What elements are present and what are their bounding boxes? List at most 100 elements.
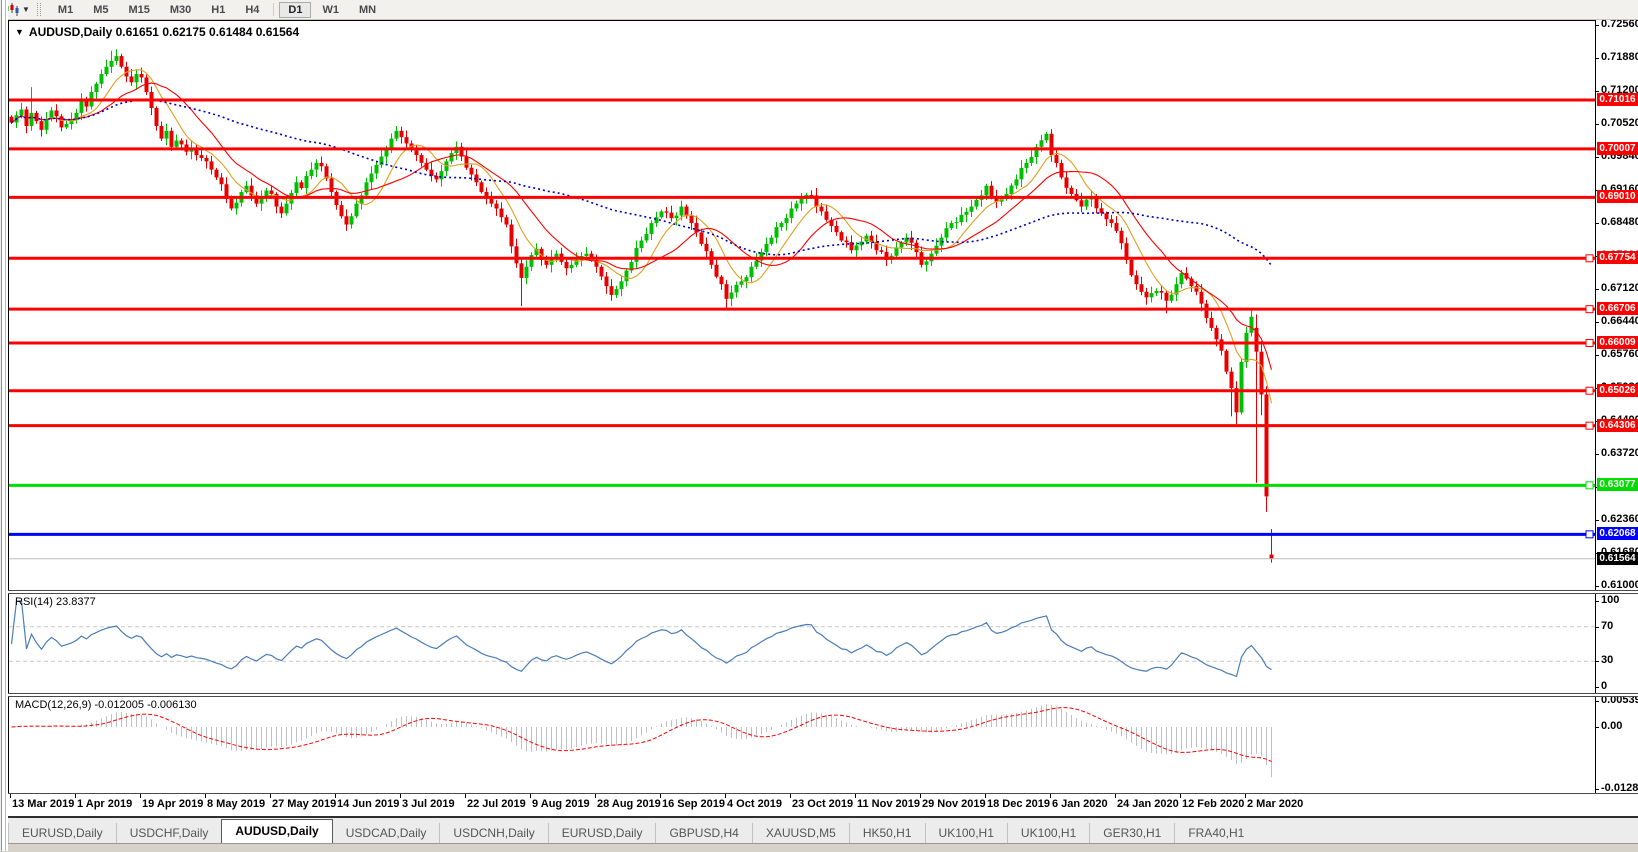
chevron-down-icon[interactable]: ▼	[22, 5, 30, 14]
price-tick-mark	[1595, 322, 1599, 323]
chart-tab-usdcnh-daily[interactable]: USDCNH,Daily	[439, 823, 547, 843]
price-level-tag[interactable]: 0.67754	[1597, 251, 1638, 264]
price-level-tag[interactable]: 0.66009	[1597, 336, 1638, 349]
chart-tab-usdchf-daily[interactable]: USDCHF,Daily	[116, 823, 222, 843]
date-tick-mark	[270, 794, 271, 798]
date-tick-mark	[75, 794, 76, 798]
chart-title: ▼AUDUSD,Daily 0.61651 0.62175 0.61484 0.…	[15, 25, 299, 39]
date-tick-label: 6 Jan 2020	[1052, 798, 1108, 810]
mt4-chart-window: ▼ M1M5M15M30H1H4 D1W1MN ▼AUDUSD,Daily 0.6…	[0, 0, 1638, 851]
main-price-pane[interactable]: ▼AUDUSD,Daily 0.61651 0.62175 0.61484 0.…	[8, 20, 1596, 590]
chart-tab-hk50-h1[interactable]: HK50,H1	[849, 823, 925, 843]
window-left-edge	[0, 0, 8, 851]
timeframe-button-h1[interactable]: H1	[202, 2, 234, 18]
pane-separator[interactable]	[2, 590, 1638, 594]
date-tick-mark	[1180, 794, 1181, 798]
date-tick-label: 18 Dec 2019	[987, 798, 1050, 810]
current-price-tag: 0.61564	[1597, 552, 1638, 565]
macd-label: MACD(12,26,9) -0.012005 -0.006130	[15, 699, 197, 711]
macd-pane[interactable]: MACD(12,26,9) -0.012005 -0.006130	[8, 697, 1596, 793]
date-tick-label: 9 Aug 2019	[532, 798, 590, 810]
rsi-tick-mark	[1595, 661, 1599, 662]
date-tick-mark	[855, 794, 856, 798]
date-tick-label: 16 Sep 2019	[662, 798, 725, 810]
rsi-line	[12, 601, 1272, 677]
price-tick-mark	[1595, 289, 1599, 290]
price-level-tag[interactable]: 0.71016	[1597, 93, 1638, 106]
date-tick-mark	[920, 794, 921, 798]
price-level-tag[interactable]: 0.64306	[1597, 419, 1638, 432]
rsi-tick-mark	[1595, 627, 1599, 628]
rsi-tick-mark	[1595, 601, 1599, 602]
price-tick-mark	[1595, 355, 1599, 356]
chart-tab-uk100-h1[interactable]: UK100,H1	[1007, 823, 1089, 843]
line-handle	[1586, 255, 1593, 262]
price-tick-mark	[1595, 58, 1599, 59]
toolbar-grip[interactable]	[37, 3, 41, 16]
price-level-tag[interactable]: 0.70007	[1597, 142, 1638, 155]
date-tick-mark	[465, 794, 466, 798]
date-tick-mark	[1245, 794, 1246, 798]
line-handle	[1586, 340, 1593, 347]
price-tick-label: 0.66440	[1601, 315, 1638, 328]
chart-bottom-border	[2, 793, 1638, 794]
price-level-tag[interactable]: 0.62068	[1597, 527, 1638, 540]
date-tick-label: 12 Feb 2020	[1182, 798, 1244, 810]
price-tick-mark	[1595, 124, 1599, 125]
date-tick-mark	[985, 794, 986, 798]
date-tick-label: 1 Apr 2019	[77, 798, 132, 810]
price-level-tag[interactable]: 0.65026	[1597, 384, 1638, 397]
timeframe-button-mn[interactable]: MN	[350, 2, 385, 18]
line-handle	[1586, 306, 1593, 313]
timeframe-button-m15[interactable]: M15	[119, 2, 158, 18]
price-tick-mark	[1595, 586, 1599, 587]
date-tick-label: 29 Nov 2019	[922, 798, 986, 810]
macd-tick-mark	[1595, 727, 1599, 728]
chart-tab-eurusd-daily[interactable]: EURUSD,Daily	[8, 823, 116, 843]
date-tick-label: 13 Mar 2019	[12, 798, 74, 810]
chart-tab-usdcad-daily[interactable]: USDCAD,Daily	[333, 823, 440, 843]
date-tick-mark	[400, 794, 401, 798]
chart-tab-bar: EURUSD,DailyUSDCHF,DailyAUDUSD,DailyUSDC…	[0, 816, 1638, 843]
timeframe-button-w1[interactable]: W1	[313, 2, 348, 18]
price-level-tag[interactable]: 0.66706	[1597, 302, 1638, 315]
rsi-tick-label: 30	[1601, 654, 1613, 667]
date-axis[interactable]: 13 Mar 20191 Apr 201919 Apr 20198 May 20…	[0, 794, 1638, 816]
timeframe-button-h4[interactable]: H4	[236, 2, 268, 18]
price-level-tag[interactable]: 0.63077	[1597, 478, 1638, 491]
chart-tab-ger30-h1[interactable]: GER30,H1	[1089, 823, 1174, 843]
price-tick-label: 0.63720	[1601, 447, 1638, 460]
timeframe-button-d1[interactable]: D1	[279, 2, 311, 18]
rsi-tick-label: 70	[1601, 620, 1613, 633]
price-tick-mark	[1595, 223, 1599, 224]
line-handle	[1586, 387, 1593, 394]
date-tick-mark	[660, 794, 661, 798]
price-level-tag[interactable]: 0.69010	[1597, 190, 1638, 203]
toolbar-divider	[273, 3, 274, 16]
price-tick-label: 0.71880	[1601, 51, 1638, 64]
date-tick-mark	[205, 794, 206, 798]
date-tick-label: 22 Jul 2019	[467, 798, 526, 810]
date-tick-mark	[595, 794, 596, 798]
chart-tab-xauusd-m5[interactable]: XAUUSD,M5	[752, 823, 849, 843]
timeframe-toolbar: ▼ M1M5M15M30H1H4 D1W1MN	[0, 0, 1638, 20]
timeframe-button-m30[interactable]: M30	[161, 2, 200, 18]
macd-tick-mark	[1595, 789, 1599, 790]
chart-tab-gbpusd-h4[interactable]: GBPUSD,H4	[655, 823, 751, 843]
date-tick-mark	[790, 794, 791, 798]
date-tick-mark	[725, 794, 726, 798]
chart-tab-eurusd-daily[interactable]: EURUSD,Daily	[548, 823, 656, 843]
timeframe-button-m1[interactable]: M1	[49, 2, 82, 18]
date-tick-mark	[1115, 794, 1116, 798]
date-tick-label: 8 May 2019	[207, 798, 265, 810]
chart-title-text: AUDUSD,Daily 0.61651 0.62175 0.61484 0.6…	[29, 25, 299, 39]
date-tick-mark	[1050, 794, 1051, 798]
chart-tab-fra40-h1[interactable]: FRA40,H1	[1174, 823, 1257, 843]
date-tick-mark	[335, 794, 336, 798]
chart-tab-uk100-h1[interactable]: UK100,H1	[925, 823, 1007, 843]
pane-separator[interactable]	[2, 693, 1638, 697]
rsi-pane[interactable]: RSI(14) 23.8377	[8, 594, 1596, 693]
timeframe-button-m5[interactable]: M5	[84, 2, 117, 18]
chart-tab-audusd-daily[interactable]: AUDUSD,Daily	[221, 819, 332, 843]
line-handle	[1586, 422, 1593, 429]
